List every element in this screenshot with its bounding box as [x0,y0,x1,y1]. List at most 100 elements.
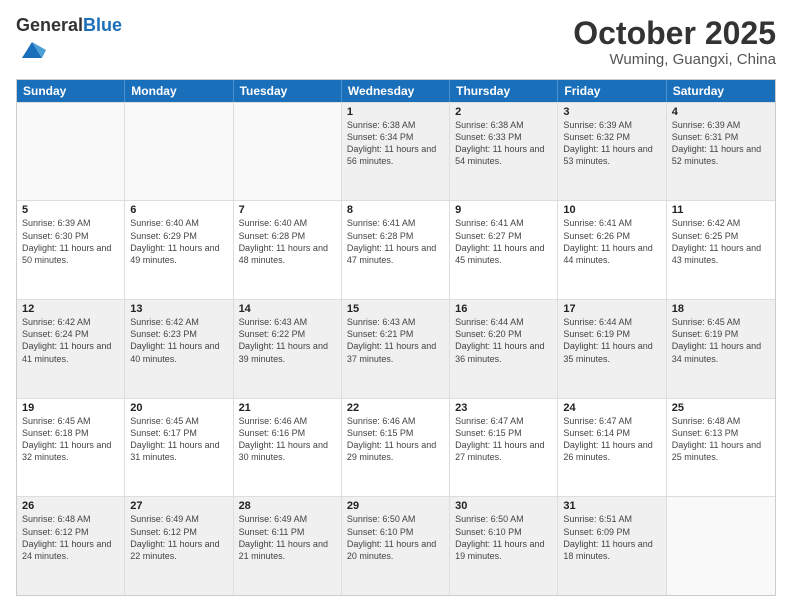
day-number: 17 [563,303,660,315]
day-info: Sunrise: 6:42 AMSunset: 6:25 PMDaylight:… [672,217,770,266]
calendar-cell: 21Sunrise: 6:46 AMSunset: 6:16 PMDayligh… [234,399,342,497]
day-info: Sunrise: 6:49 AMSunset: 6:11 PMDaylight:… [239,513,336,562]
logo-blue: Blue [83,15,122,35]
calendar-cell: 8Sunrise: 6:41 AMSunset: 6:28 PMDaylight… [342,201,450,299]
day-number: 12 [22,303,119,315]
title-block: October 2025 Wuming, Guangxi, China [573,16,776,68]
calendar-row-3: 19Sunrise: 6:45 AMSunset: 6:18 PMDayligh… [17,398,775,497]
day-number: 8 [347,204,444,216]
day-number: 15 [347,303,444,315]
col-saturday: Saturday [667,80,775,102]
calendar-cell: 26Sunrise: 6:48 AMSunset: 6:12 PMDayligh… [17,497,125,595]
calendar-cell: 23Sunrise: 6:47 AMSunset: 6:15 PMDayligh… [450,399,558,497]
day-info: Sunrise: 6:41 AMSunset: 6:26 PMDaylight:… [563,217,660,266]
calendar-row-2: 12Sunrise: 6:42 AMSunset: 6:24 PMDayligh… [17,299,775,398]
calendar-cell: 16Sunrise: 6:44 AMSunset: 6:20 PMDayligh… [450,300,558,398]
day-number: 1 [347,106,444,118]
day-info: Sunrise: 6:45 AMSunset: 6:17 PMDaylight:… [130,415,227,464]
day-info: Sunrise: 6:46 AMSunset: 6:16 PMDaylight:… [239,415,336,464]
calendar-row-0: 1Sunrise: 6:38 AMSunset: 6:34 PMDaylight… [17,102,775,201]
logo-text: GeneralBlue [16,16,122,36]
day-number: 29 [347,500,444,512]
col-sunday: Sunday [17,80,125,102]
day-number: 3 [563,106,660,118]
calendar-cell: 19Sunrise: 6:45 AMSunset: 6:18 PMDayligh… [17,399,125,497]
calendar-cell: 31Sunrise: 6:51 AMSunset: 6:09 PMDayligh… [558,497,666,595]
day-info: Sunrise: 6:50 AMSunset: 6:10 PMDaylight:… [347,513,444,562]
day-info: Sunrise: 6:48 AMSunset: 6:12 PMDaylight:… [22,513,119,562]
day-info: Sunrise: 6:47 AMSunset: 6:14 PMDaylight:… [563,415,660,464]
day-info: Sunrise: 6:40 AMSunset: 6:28 PMDaylight:… [239,217,336,266]
calendar-cell: 13Sunrise: 6:42 AMSunset: 6:23 PMDayligh… [125,300,233,398]
calendar-cell: 7Sunrise: 6:40 AMSunset: 6:28 PMDaylight… [234,201,342,299]
calendar-cell [667,497,775,595]
day-info: Sunrise: 6:45 AMSunset: 6:19 PMDaylight:… [672,316,770,365]
col-friday: Friday [558,80,666,102]
calendar-cell: 29Sunrise: 6:50 AMSunset: 6:10 PMDayligh… [342,497,450,595]
location: Wuming, Guangxi, China [573,51,776,68]
day-info: Sunrise: 6:40 AMSunset: 6:29 PMDaylight:… [130,217,227,266]
calendar-cell: 28Sunrise: 6:49 AMSunset: 6:11 PMDayligh… [234,497,342,595]
day-number: 30 [455,500,552,512]
day-number: 27 [130,500,227,512]
day-number: 31 [563,500,660,512]
day-number: 25 [672,402,770,414]
day-info: Sunrise: 6:45 AMSunset: 6:18 PMDaylight:… [22,415,119,464]
month-title: October 2025 [573,16,776,51]
calendar-header-row: Sunday Monday Tuesday Wednesday Thursday… [17,80,775,102]
calendar-cell: 30Sunrise: 6:50 AMSunset: 6:10 PMDayligh… [450,497,558,595]
day-info: Sunrise: 6:38 AMSunset: 6:34 PMDaylight:… [347,119,444,168]
day-number: 22 [347,402,444,414]
calendar-cell: 15Sunrise: 6:43 AMSunset: 6:21 PMDayligh… [342,300,450,398]
calendar-cell: 12Sunrise: 6:42 AMSunset: 6:24 PMDayligh… [17,300,125,398]
day-info: Sunrise: 6:49 AMSunset: 6:12 PMDaylight:… [130,513,227,562]
day-number: 26 [22,500,119,512]
logo: GeneralBlue [16,16,122,69]
day-info: Sunrise: 6:44 AMSunset: 6:20 PMDaylight:… [455,316,552,365]
calendar-cell: 1Sunrise: 6:38 AMSunset: 6:34 PMDaylight… [342,103,450,201]
day-number: 6 [130,204,227,216]
calendar-cell: 24Sunrise: 6:47 AMSunset: 6:14 PMDayligh… [558,399,666,497]
day-number: 24 [563,402,660,414]
day-number: 9 [455,204,552,216]
calendar-cell: 4Sunrise: 6:39 AMSunset: 6:31 PMDaylight… [667,103,775,201]
calendar-cell: 22Sunrise: 6:46 AMSunset: 6:15 PMDayligh… [342,399,450,497]
day-info: Sunrise: 6:38 AMSunset: 6:33 PMDaylight:… [455,119,552,168]
calendar-cell: 5Sunrise: 6:39 AMSunset: 6:30 PMDaylight… [17,201,125,299]
day-number: 16 [455,303,552,315]
day-number: 10 [563,204,660,216]
calendar-cell [17,103,125,201]
day-info: Sunrise: 6:43 AMSunset: 6:21 PMDaylight:… [347,316,444,365]
day-number: 21 [239,402,336,414]
day-info: Sunrise: 6:50 AMSunset: 6:10 PMDaylight:… [455,513,552,562]
calendar-cell: 27Sunrise: 6:49 AMSunset: 6:12 PMDayligh… [125,497,233,595]
day-number: 14 [239,303,336,315]
day-number: 18 [672,303,770,315]
calendar-cell: 20Sunrise: 6:45 AMSunset: 6:17 PMDayligh… [125,399,233,497]
day-info: Sunrise: 6:48 AMSunset: 6:13 PMDaylight:… [672,415,770,464]
day-number: 2 [455,106,552,118]
day-info: Sunrise: 6:39 AMSunset: 6:31 PMDaylight:… [672,119,770,168]
calendar-page: GeneralBlue October 2025 Wuming, Guangxi… [0,0,792,612]
calendar-cell: 14Sunrise: 6:43 AMSunset: 6:22 PMDayligh… [234,300,342,398]
calendar-body: 1Sunrise: 6:38 AMSunset: 6:34 PMDaylight… [17,102,775,595]
calendar-cell: 11Sunrise: 6:42 AMSunset: 6:25 PMDayligh… [667,201,775,299]
day-number: 28 [239,500,336,512]
day-info: Sunrise: 6:51 AMSunset: 6:09 PMDaylight:… [563,513,660,562]
calendar-cell: 10Sunrise: 6:41 AMSunset: 6:26 PMDayligh… [558,201,666,299]
day-info: Sunrise: 6:41 AMSunset: 6:27 PMDaylight:… [455,217,552,266]
col-thursday: Thursday [450,80,558,102]
calendar-cell [125,103,233,201]
day-number: 5 [22,204,119,216]
day-number: 11 [672,204,770,216]
day-info: Sunrise: 6:47 AMSunset: 6:15 PMDaylight:… [455,415,552,464]
logo-icon [18,36,46,64]
day-info: Sunrise: 6:39 AMSunset: 6:30 PMDaylight:… [22,217,119,266]
day-number: 20 [130,402,227,414]
day-info: Sunrise: 6:39 AMSunset: 6:32 PMDaylight:… [563,119,660,168]
day-number: 7 [239,204,336,216]
day-info: Sunrise: 6:41 AMSunset: 6:28 PMDaylight:… [347,217,444,266]
calendar-cell: 2Sunrise: 6:38 AMSunset: 6:33 PMDaylight… [450,103,558,201]
calendar-row-4: 26Sunrise: 6:48 AMSunset: 6:12 PMDayligh… [17,496,775,595]
calendar-cell: 17Sunrise: 6:44 AMSunset: 6:19 PMDayligh… [558,300,666,398]
